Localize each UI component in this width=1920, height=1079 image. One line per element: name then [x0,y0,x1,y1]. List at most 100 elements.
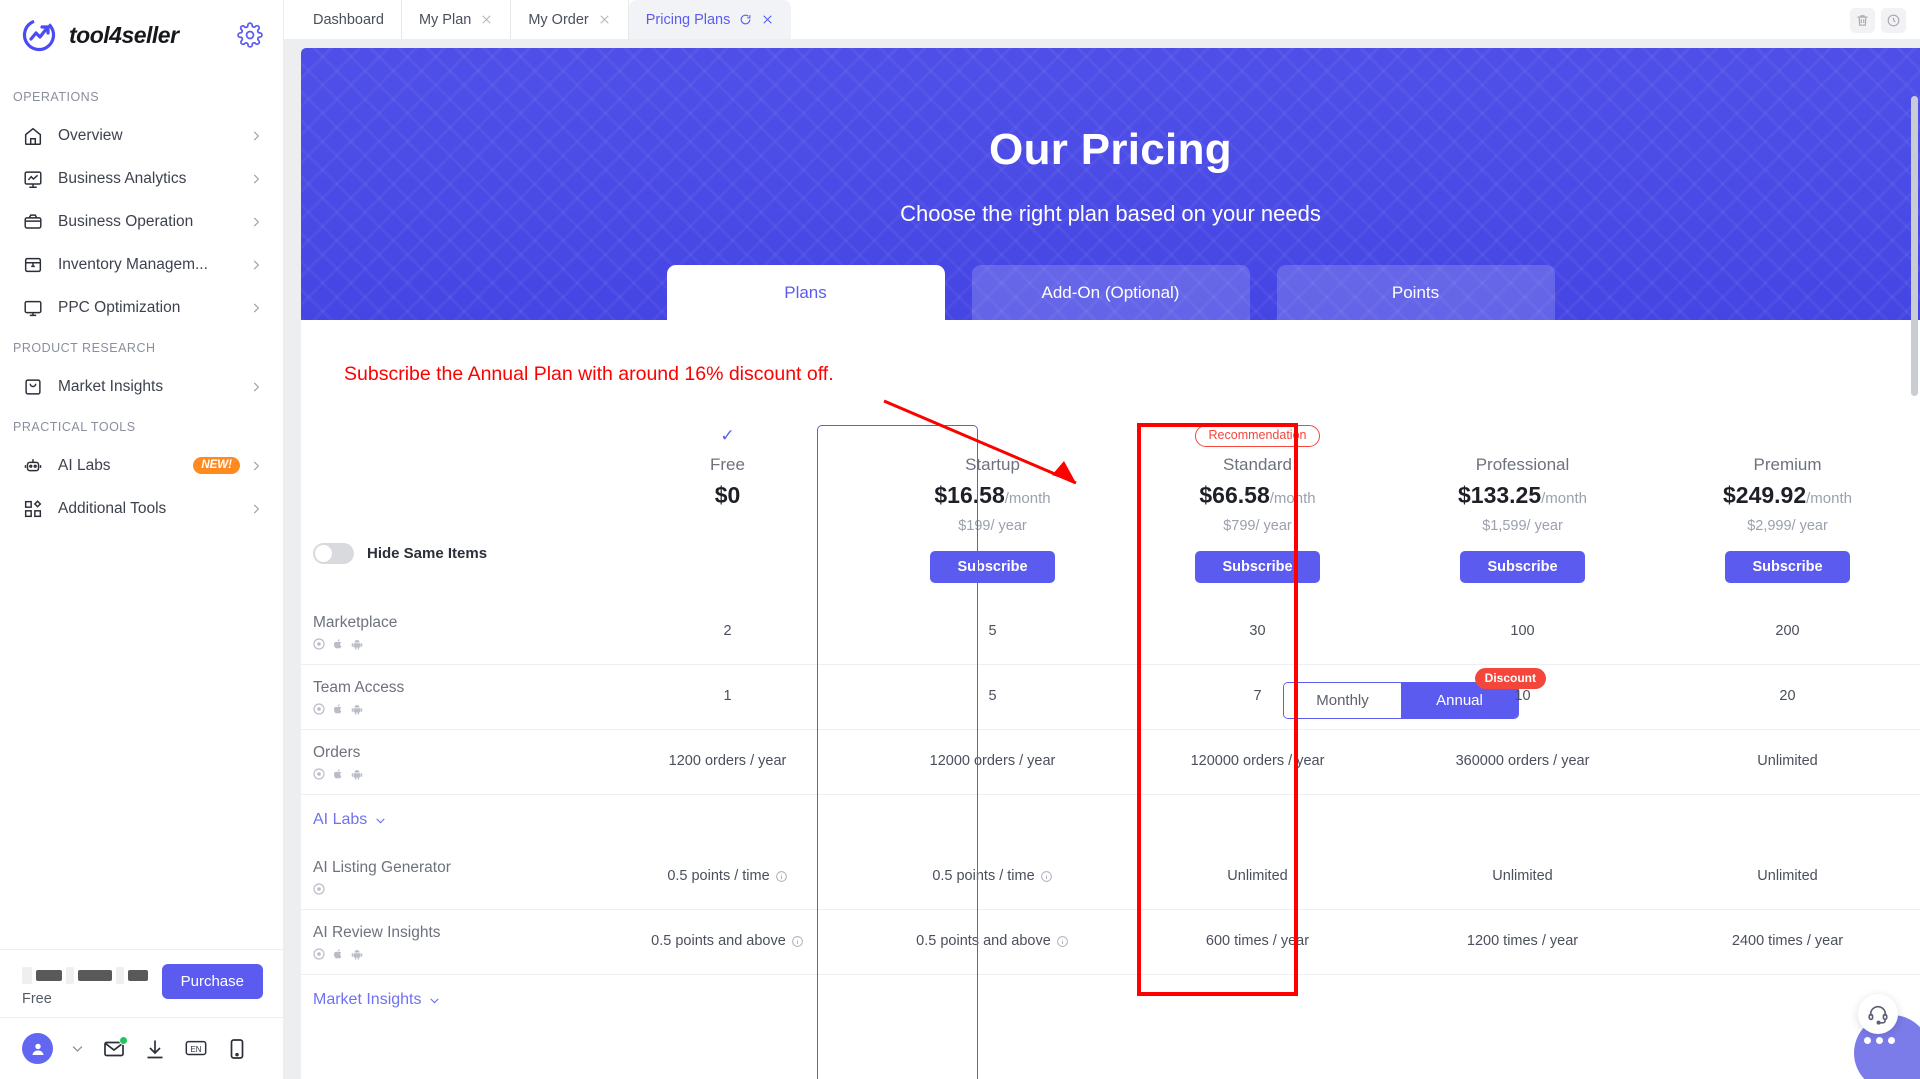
feature-name-cell: AI Listing Generator [301,845,595,910]
tab-my-plan[interactable]: My Plan [402,0,511,39]
tab-label: My Order [528,12,588,28]
info-icon[interactable] [775,870,788,883]
plan-price-amount: $249.92 [1723,482,1806,508]
sidebar-item-overview[interactable]: Overview [0,114,283,157]
language-icon[interactable]: EN [184,1037,208,1061]
subscribe-button[interactable]: Subscribe [1725,551,1849,583]
tab-points[interactable]: Points [1277,265,1555,320]
close-icon[interactable] [480,13,493,26]
sidebar-item-business-operation[interactable]: Business Operation [0,200,283,243]
home-icon [22,125,44,147]
sidebar-bottom-bar: EN [0,1017,283,1079]
toggle-switch[interactable] [313,543,354,564]
chevron-right-icon [249,215,263,229]
sidebar-item-business-analytics[interactable]: Business Analytics [0,157,283,200]
close-icon[interactable] [761,13,774,26]
subscribe-button[interactable]: Subscribe [1195,551,1319,583]
sidebar-item-label: Business Operation [58,213,249,231]
plan-annual-price: $199/ year [860,518,1125,534]
subscribe-button[interactable]: Subscribe [1460,551,1584,583]
svg-text:EN: EN [191,1044,202,1053]
chevron-down-icon[interactable] [70,1041,85,1056]
cell-value: 12000 orders / year [860,730,1125,795]
android-icon [351,768,363,780]
cell-value: 10 [1390,665,1655,730]
feature-label: Orders [313,744,595,762]
tab-plans[interactable]: Plans [667,265,945,320]
history-icon[interactable] [1881,8,1906,33]
monitor-icon [22,297,44,319]
purchase-button[interactable]: Purchase [162,964,263,999]
group-market-insights[interactable]: Market Insights [313,991,595,1009]
cell-value: 2400 times / year [1655,910,1920,975]
sidebar-item-market-insights[interactable]: Market Insights [0,365,283,408]
gear-icon[interactable] [237,22,263,48]
brand-header: tool4seller [0,0,283,70]
group-spacer [595,795,860,846]
hide-same-items-toggle[interactable]: Hide Same Items [301,543,595,564]
support-button[interactable] [1858,994,1898,1034]
close-icon[interactable] [598,13,611,26]
sidebar: tool4seller OPERATIONS Overview [0,0,284,1079]
info-icon[interactable] [1040,870,1053,883]
reload-icon[interactable] [739,13,752,26]
group-spacer [1390,795,1655,846]
mask-block [78,970,112,981]
cell-value: 1200 times / year [1390,910,1655,975]
plan-annual-price: $1,599/ year [1390,518,1655,534]
plan-price-amount: $133.25 [1458,482,1541,508]
subscribe-button[interactable]: Subscribe [930,551,1054,583]
tool4seller-logo-icon [22,18,56,52]
group-spacer [860,975,1125,1026]
chrome-icon [313,883,325,895]
notification-dot [119,1036,128,1045]
plan-price: $249.92/month [1655,482,1920,509]
box-icon [22,254,44,276]
cell-value: 0.5 points / time [860,845,1125,910]
page-subtitle: Choose the right plan based on your need… [301,201,1920,227]
sidebar-item-label: Additional Tools [58,500,249,518]
tab-label: My Plan [419,12,471,28]
sidebar-item-inventory-management[interactable]: Inventory Managem... [0,243,283,286]
tab-pricing-plans[interactable]: Pricing Plans [629,0,792,39]
sidebar-item-ppc-optimization[interactable]: PPC Optimization [0,286,283,329]
tab-add-on[interactable]: Add-On (Optional) [972,265,1250,320]
chevron-right-icon [249,502,263,516]
cell-value: Unlimited [1655,845,1920,910]
annotation-arrow [880,395,1120,505]
plan-price-amount: $66.58 [1199,482,1269,508]
scrollbar-thumb[interactable] [1911,96,1918,396]
info-icon[interactable] [791,935,804,948]
pricing-table: Hide Same Items ✓ Free $0 Startup [301,425,1920,1025]
group-spacer [1125,975,1390,1026]
plan-column-free: ✓ Free $0 [595,425,860,600]
table-row: Orders 1200 orders / year 12000 orders /… [301,730,1920,795]
mask-block [66,967,74,984]
tab-label: Pricing Plans [646,12,731,28]
platform-icons [313,768,595,780]
info-icon[interactable] [1056,935,1069,948]
page-scrollbar[interactable] [1911,96,1918,1079]
tab-dashboard[interactable]: Dashboard [296,0,402,39]
chevron-right-icon [249,380,263,394]
table-row: AI Review Insights 0.5 points and above … [301,910,1920,975]
sidebar-item-additional-tools[interactable]: Additional Tools [0,487,283,530]
browser-tabbar: Dashboard My Plan My Order Pricing Plans [284,0,1920,39]
group-ai-labs[interactable]: AI Labs [313,811,595,829]
cell-text: 0.5 points and above [916,933,1051,949]
app-root: tool4seller OPERATIONS Overview [0,0,1920,1079]
trash-icon[interactable] [1850,8,1875,33]
chevron-down-icon [428,994,441,1007]
apple-icon [332,638,344,650]
download-icon[interactable] [143,1037,167,1061]
mobile-icon[interactable] [225,1037,249,1061]
feature-name-cell: Orders [301,730,595,795]
sidebar-item-ai-labs[interactable]: AI Labs NEW! [0,444,283,487]
mail-icon[interactable] [102,1037,126,1061]
chrome-icon [313,638,325,650]
feature-label: Marketplace [313,614,595,632]
feature-name-cell: AI Review Insights [301,910,595,975]
cell-value: 0.5 points and above [860,910,1125,975]
avatar[interactable] [22,1033,53,1064]
tab-my-order[interactable]: My Order [511,0,628,39]
